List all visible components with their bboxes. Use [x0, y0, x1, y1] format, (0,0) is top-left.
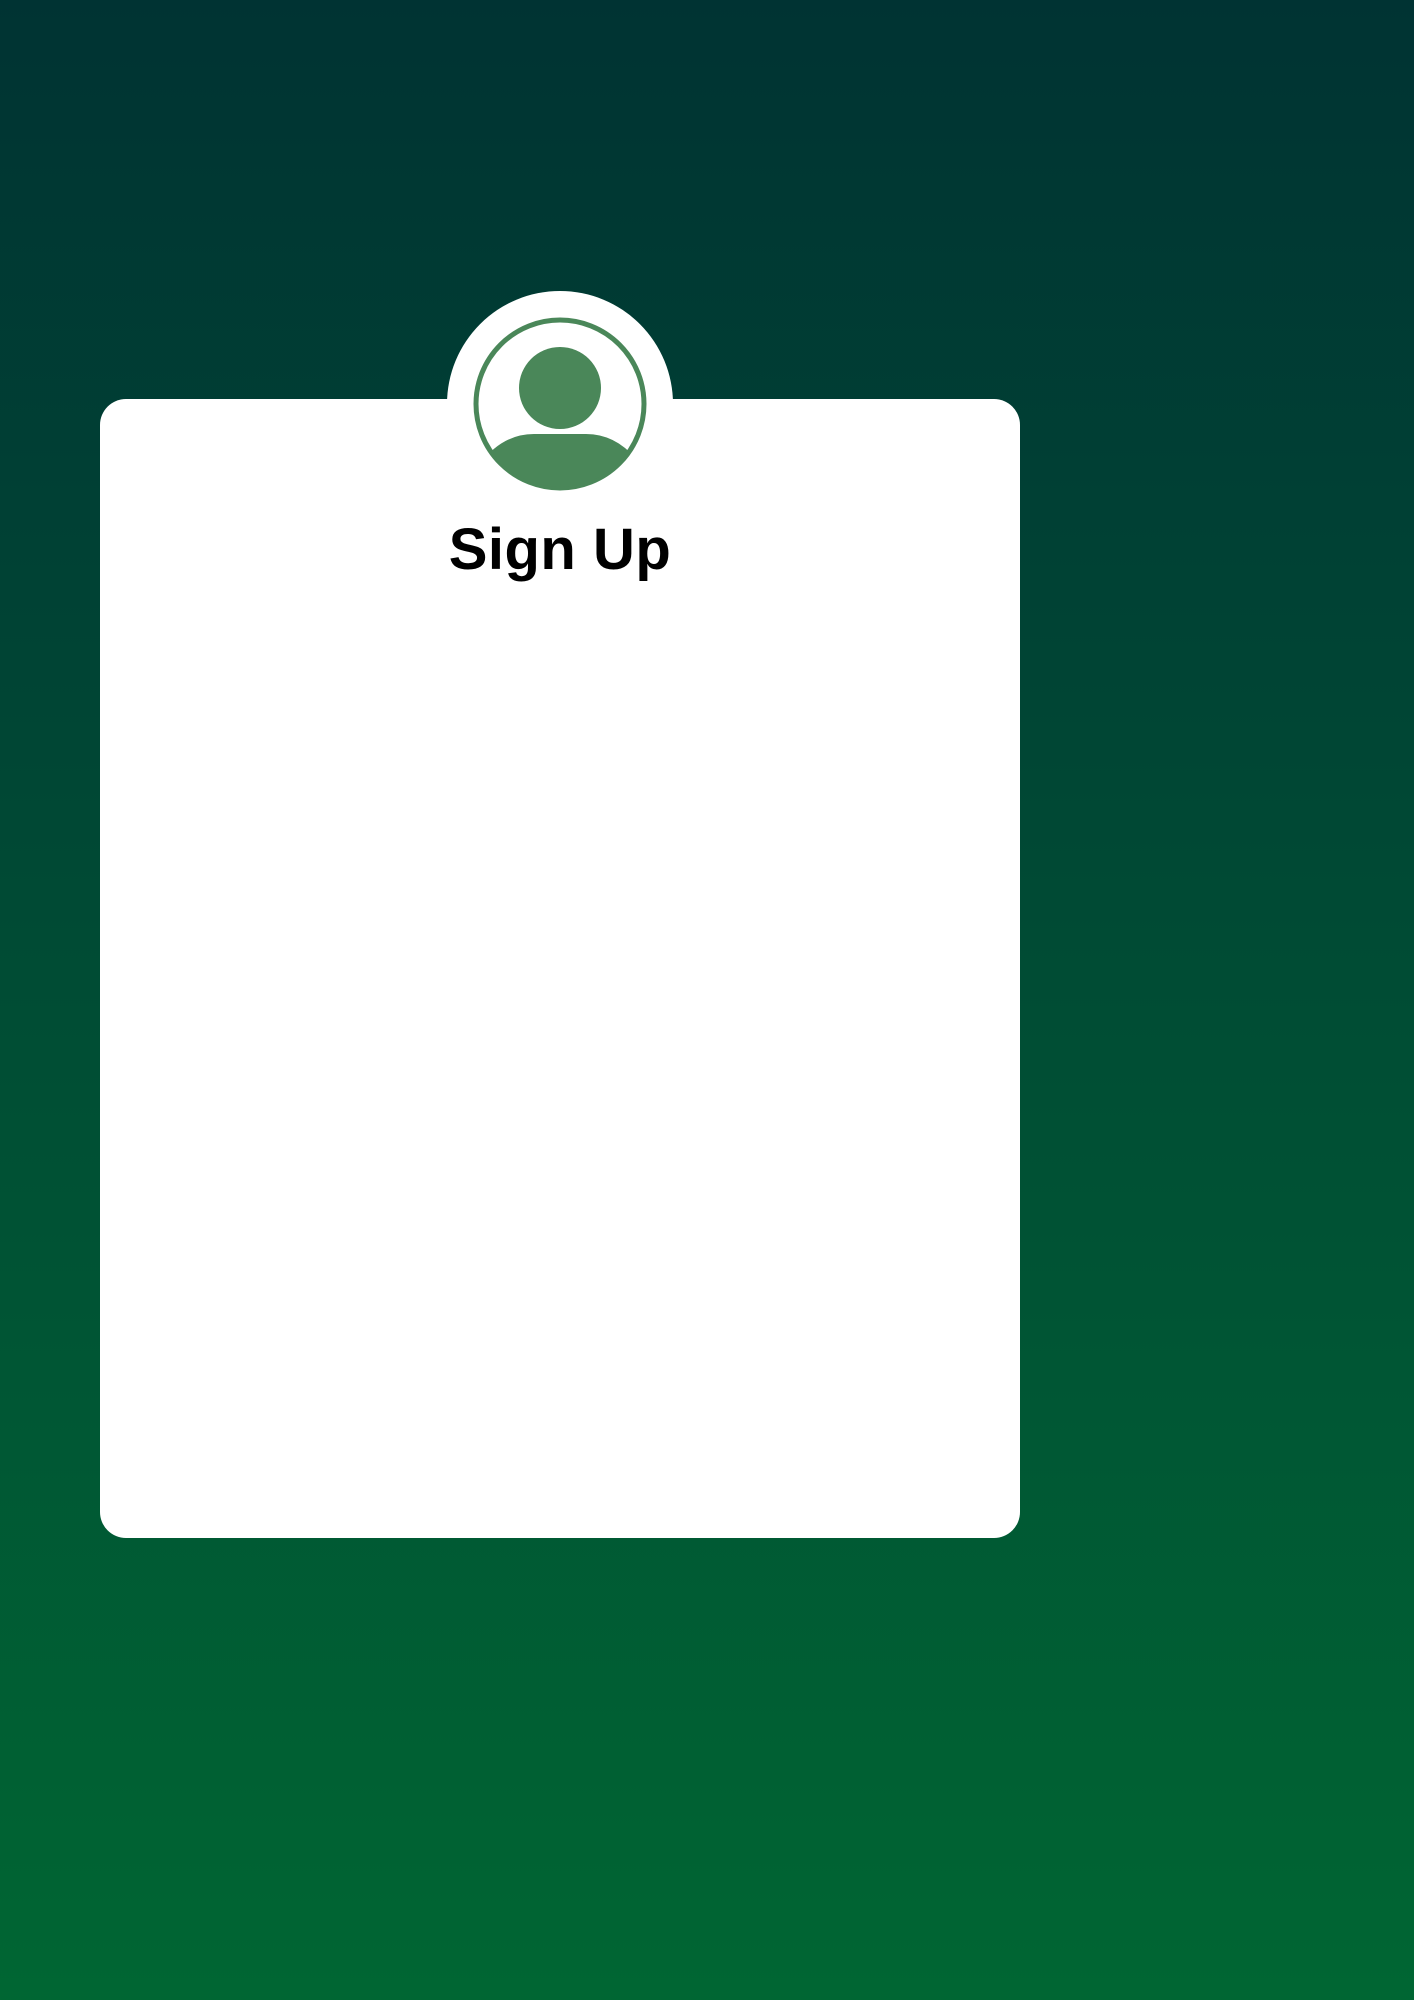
- user-avatar-icon: [473, 317, 647, 491]
- page-title: Sign Up: [448, 517, 672, 582]
- avatar-badge: [447, 291, 673, 517]
